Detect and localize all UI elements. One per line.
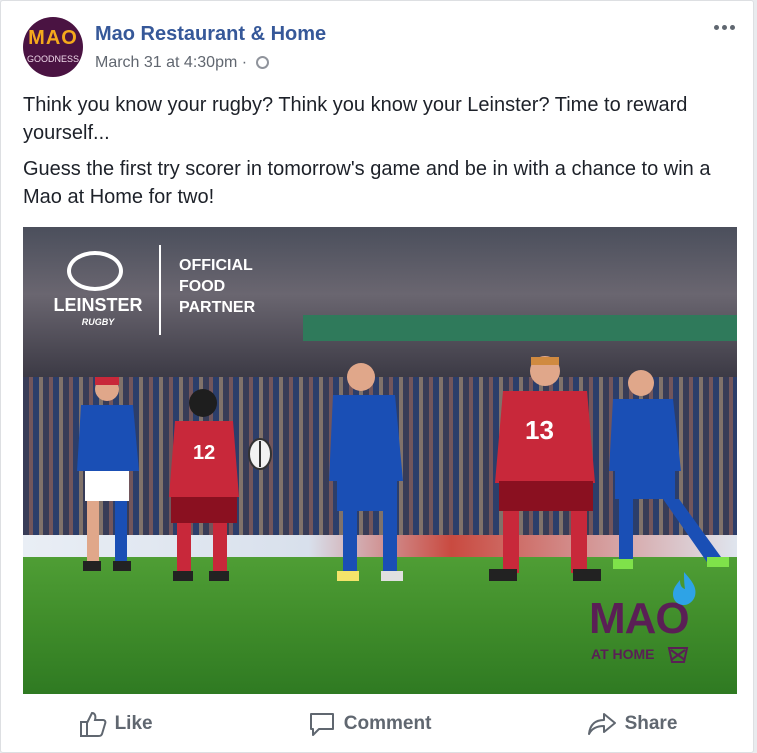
jersey-number-12: 12 — [193, 442, 215, 464]
player-leinster-center — [329, 363, 403, 581]
post-timestamp[interactable]: March 31 at 4:30pm — [95, 54, 237, 71]
comment-icon — [309, 713, 334, 736]
avatar-logo-text: MAO — [28, 27, 78, 49]
share-button[interactable]: Share — [587, 711, 678, 737]
stadium-banner — [303, 315, 737, 341]
post-meta: March 31 at 4:30pm · — [95, 54, 269, 72]
jersey-number-13: 13 — [525, 415, 554, 445]
page-avatar[interactable]: MAO GOODNESS — [23, 17, 83, 77]
rugby-wordmark: RUGBY — [81, 317, 115, 327]
takeaway-box-icon — [667, 647, 689, 663]
player-leinster-left — [77, 377, 139, 571]
more-options-icon[interactable] — [714, 25, 735, 30]
post-paragraph: Guess the first try scorer in tomorrow's… — [23, 158, 711, 208]
comment-label: Comment — [343, 713, 432, 734]
thumbs-up-icon — [79, 711, 106, 737]
globe-icon[interactable] — [255, 56, 269, 69]
leinster-partner-logo: LEINSTER RUGBY OFFICIAL FOOD PARTNER — [45, 245, 335, 345]
share-label: Share — [624, 713, 678, 734]
post-card: MAO GOODNESS Mao Restaurant & Home March… — [0, 0, 754, 753]
like-button[interactable]: Like — [79, 711, 153, 737]
avatar-logo-subtext: GOODNESS — [26, 54, 79, 64]
post-image[interactable]: LEINSTER RUGBY OFFICIAL FOOD PARTNER 12 — [23, 227, 737, 694]
post-paragraph: Think you know your rugby? Think you kno… — [23, 94, 688, 144]
leinster-wordmark: LEINSTER — [53, 295, 143, 315]
rugby-ball — [248, 438, 272, 470]
like-label: Like — [114, 713, 153, 734]
official-food-partner-text: OFFICIAL FOOD PARTNER — [179, 257, 256, 316]
share-arrow-icon — [587, 713, 616, 735]
player-leinster-right — [609, 370, 729, 569]
page-name-link[interactable]: Mao Restaurant & Home — [95, 23, 326, 46]
mao-at-home-logo: MAO AT HOME — [589, 572, 703, 672]
leinster-harp-icon — [67, 251, 123, 291]
player-munster-12: 12 — [169, 389, 239, 581]
flame-icon — [673, 572, 696, 605]
logo-divider — [159, 245, 161, 335]
at-home-text: AT HOME — [591, 646, 655, 662]
post-actions-bar: Like Comment Share — [1, 701, 753, 747]
post-text: Think you know your rugby? Think you kno… — [23, 91, 733, 219]
comment-button[interactable]: Comment — [308, 711, 432, 737]
meta-separator: · — [241, 54, 248, 71]
